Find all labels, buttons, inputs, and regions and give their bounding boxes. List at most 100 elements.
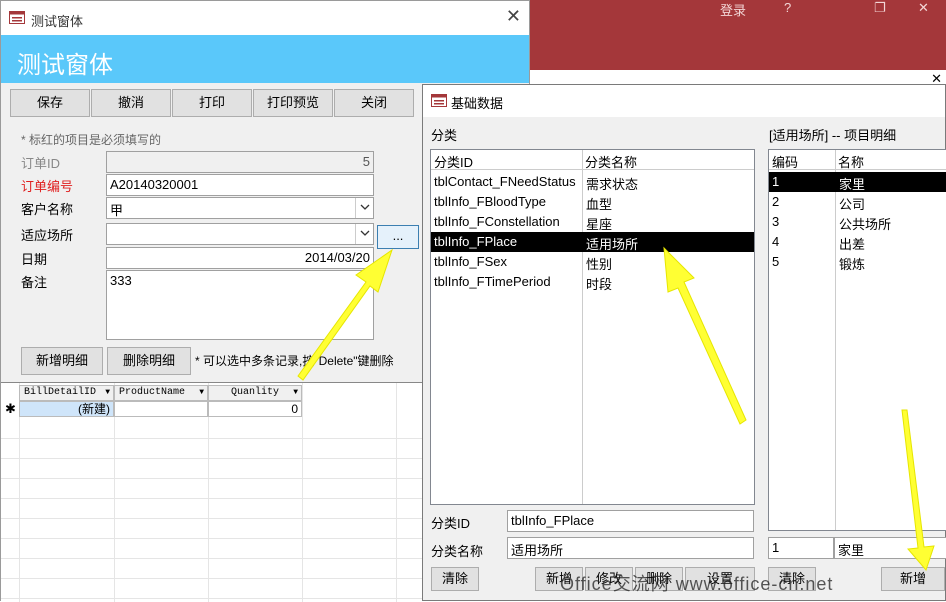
save-button[interactable]: 保存	[10, 89, 90, 117]
watermark: Office交流网 www.office-cn.net	[560, 574, 834, 594]
customer-combo-value: 甲	[110, 203, 124, 218]
detail-name-header[interactable]: 名称	[835, 150, 946, 170]
detail-code: 5	[772, 254, 780, 269]
chevron-down-icon	[360, 230, 370, 236]
detail-code: 4	[772, 234, 780, 249]
window-close-icon[interactable]: ✕	[506, 7, 521, 25]
order-no-label: 订单编号	[21, 179, 74, 194]
detail-name: 公司	[839, 197, 866, 212]
help-icon[interactable]: ?	[784, 0, 791, 15]
close-button[interactable]: 关闭	[334, 89, 414, 117]
detail-name: 出差	[839, 237, 866, 252]
print-button[interactable]: 打印	[172, 89, 252, 117]
date-field[interactable]: 2014/03/20	[106, 247, 374, 269]
restore-icon[interactable]: ❐	[874, 0, 886, 16]
detail-code: 2	[772, 194, 780, 209]
category-id-input[interactable]: tblInfo_FPlace	[507, 510, 754, 532]
category-name: 性别	[586, 257, 613, 272]
clear-category-button[interactable]: 清除	[431, 567, 479, 591]
detail-code-header[interactable]: 编码	[769, 150, 835, 170]
list-item[interactable]: 3 公共场所	[769, 212, 946, 232]
category-list[interactable]: 分类ID 分类名称 tblContact_FNeedStatus 需求状态 tb…	[430, 149, 755, 505]
category-name: 血型	[586, 197, 613, 212]
list-item[interactable]: 2 公司	[769, 192, 946, 212]
category-name-input[interactable]: 适用场所	[507, 537, 754, 559]
list-item[interactable]: tblContact_FNeedStatus 需求状态	[431, 172, 754, 192]
list-item[interactable]: tblInfo_FBloodType 血型	[431, 192, 754, 212]
delete-hint: * 可以选中多条记录,按"Delete"键删除	[195, 354, 394, 368]
category-name: 时段	[586, 277, 613, 292]
detail-code: 1	[772, 174, 780, 189]
category-name: 需求状态	[586, 177, 639, 192]
list-item[interactable]: 5 锻炼	[769, 252, 946, 272]
chevron-down-icon	[360, 204, 370, 210]
category-id: tblInfo_FSex	[434, 254, 507, 269]
order-id-field: 5	[106, 151, 374, 173]
category-id-label: 分类ID	[431, 516, 471, 531]
form-header-title: 测试窗体	[17, 52, 113, 79]
account-login-link[interactable]: 登录	[720, 0, 746, 19]
new-row-product-cell[interactable]	[114, 401, 208, 417]
detail-code-input[interactable]: 1	[768, 537, 834, 559]
subgrid-vline	[302, 383, 303, 602]
new-row-qty-cell[interactable]: 0	[208, 401, 302, 417]
window-title: 测试窗体	[31, 14, 84, 29]
column-header-label: Quanlity	[230, 387, 279, 398]
required-note: * 标红的项目是必须填写的	[21, 133, 162, 147]
place-dropdown[interactable]	[355, 224, 373, 244]
sort-arrow-icon[interactable]: ▼	[293, 386, 298, 400]
sort-arrow-icon[interactable]: ▼	[199, 386, 204, 400]
category-id: tblInfo_FConstellation	[434, 214, 560, 229]
test-form-titlebar: 测试窗体 ✕	[1, 1, 529, 35]
form-icon	[9, 11, 25, 24]
list-item-selected[interactable]: tblInfo_FPlace 适用场所	[431, 232, 754, 252]
detail-name: 锻炼	[839, 257, 866, 272]
customer-dropdown[interactable]	[355, 198, 373, 218]
category-id-header[interactable]: 分类ID	[431, 150, 582, 170]
base-data-titlebar: 基础数据	[423, 85, 945, 117]
category-name-label: 分类名称	[431, 544, 484, 559]
category-id: tblInfo_FTimePeriod	[434, 274, 551, 289]
detail-list[interactable]: 编码 名称 1 家里 2 公司 3 公共场所 4 出差 5 锻炼	[768, 149, 946, 531]
add-detail-item-button[interactable]: 新增	[881, 567, 945, 591]
main-toolbar: 保存 撤消 打印 打印预览 关闭	[10, 89, 415, 117]
form-header: 测试窗体	[1, 35, 529, 83]
list-item[interactable]: tblInfo_FTimePeriod 时段	[431, 272, 754, 292]
list-item-selected[interactable]: 1 家里	[769, 172, 946, 192]
customer-label: 客户名称	[21, 202, 74, 217]
subgrid-vline	[396, 383, 397, 602]
list-item[interactable]: 4 出差	[769, 232, 946, 252]
detail-name-input[interactable]: 家里	[834, 537, 946, 559]
base-window-title: 基础数据	[451, 96, 504, 111]
new-row-id-cell[interactable]: (新建)	[19, 401, 114, 417]
list-item[interactable]: tblInfo_FConstellation 星座	[431, 212, 754, 232]
detail-code: 3	[772, 214, 780, 229]
order-no-field[interactable]: A20140320001	[106, 174, 374, 196]
remark-label: 备注	[21, 275, 48, 290]
form-icon	[431, 94, 447, 107]
detail-name: 公共场所	[839, 217, 892, 232]
category-name: 适用场所	[586, 237, 639, 252]
remark-field[interactable]: 333	[106, 270, 374, 340]
app-close-icon[interactable]: ✕	[918, 0, 929, 16]
detail-section-label: [适用场所] -- 项目明细	[769, 128, 897, 143]
column-header-quanlity[interactable]: Quanlity ▼	[208, 385, 302, 401]
sort-arrow-icon[interactable]: ▼	[105, 386, 110, 400]
column-header-productname[interactable]: ProductName ▼	[114, 385, 208, 401]
add-detail-button[interactable]: 新增明细	[21, 347, 103, 375]
category-id: tblContact_FNeedStatus	[434, 174, 576, 189]
column-header-label: ProductName	[119, 387, 186, 398]
more-button[interactable]: ...	[377, 225, 419, 249]
category-name-header[interactable]: 分类名称	[582, 150, 754, 170]
category-id: tblInfo_FBloodType	[434, 194, 547, 209]
base-data-window: 基础数据 分类 [适用场所] -- 项目明细 分类ID 分类名称 tblCont…	[422, 84, 946, 601]
place-combo[interactable]	[106, 223, 374, 245]
undo-button[interactable]: 撤消	[91, 89, 171, 117]
delete-detail-button[interactable]: 删除明细	[107, 347, 191, 375]
category-id: tblInfo_FPlace	[434, 234, 518, 249]
customer-combo[interactable]: 甲	[106, 197, 374, 219]
list-item[interactable]: tblInfo_FSex 性别	[431, 252, 754, 272]
place-label: 适应场所	[21, 228, 74, 243]
column-header-billdetailid[interactable]: BillDetailID ▼	[19, 385, 114, 401]
print-preview-button[interactable]: 打印预览	[253, 89, 333, 117]
